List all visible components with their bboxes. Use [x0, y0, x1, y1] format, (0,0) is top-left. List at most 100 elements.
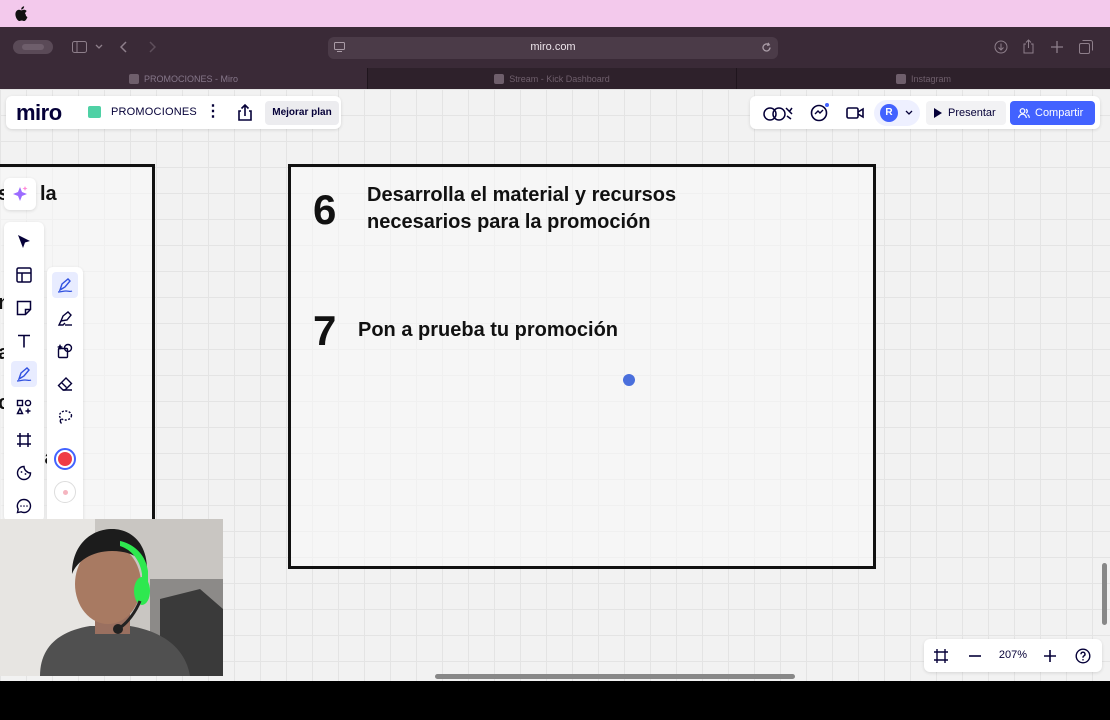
sidebar-toggle-icon[interactable] — [72, 41, 87, 53]
users-icon — [1018, 107, 1030, 118]
sparkle-icon — [13, 186, 28, 201]
templates-tool[interactable] — [11, 262, 37, 288]
tab-instagram[interactable]: Instagram — [737, 68, 1110, 89]
miro-favicon-icon — [128, 73, 139, 84]
tab-title: PROMOCIONES - Miro — [143, 73, 238, 84]
apple-icon[interactable] — [14, 6, 28, 21]
webcam-overlay — [0, 519, 223, 676]
pen-color-pink[interactable] — [54, 481, 76, 503]
comment-icon — [16, 498, 32, 514]
highlighter-icon — [57, 311, 72, 326]
frame-steps[interactable]: 6 Desarrolla el material y recursos nece… — [288, 164, 876, 569]
smart-drawing-option[interactable] — [52, 338, 78, 364]
address-text: miro.com — [530, 41, 576, 53]
share-icon[interactable] — [1022, 39, 1035, 54]
vertical-scrollbar[interactable] — [1102, 563, 1107, 625]
export-icon[interactable] — [234, 102, 256, 124]
miro-logo[interactable]: miro — [16, 100, 62, 126]
chevron-down-icon — [905, 110, 913, 115]
text-icon — [18, 334, 30, 348]
stickers-tool[interactable] — [11, 460, 37, 486]
help-icon — [1075, 648, 1091, 664]
reload-icon[interactable] — [761, 42, 772, 53]
sticky-note-icon — [16, 300, 32, 316]
board-icon — [88, 106, 101, 118]
shapes-tool[interactable] — [11, 394, 37, 420]
pen-icon — [16, 367, 32, 382]
pen-icon — [57, 278, 73, 293]
frame-icon — [17, 433, 31, 447]
step-text[interactable]: Pon a prueba tu promoción — [358, 317, 618, 344]
stickers-icon — [16, 465, 32, 481]
eraser-icon — [57, 377, 73, 391]
share-label: Compartir — [1035, 107, 1084, 119]
sticky-note-tool[interactable] — [11, 295, 37, 321]
horizontal-scrollbar[interactable] — [435, 674, 795, 679]
share-button[interactable]: Compartir — [1010, 101, 1095, 125]
collaboration-bar: R Presentar Compartir — [750, 96, 1100, 129]
avatar[interactable]: R — [880, 104, 898, 122]
step-number: 7 — [313, 307, 337, 354]
tab-promociones[interactable]: PROMOCIONES - Miro — [0, 68, 368, 89]
eraser-option[interactable] — [52, 371, 78, 397]
select-tool[interactable] — [11, 229, 37, 255]
plus-icon — [1044, 650, 1056, 662]
zoom-controls: 207% — [924, 639, 1102, 672]
minus-icon — [969, 655, 981, 657]
browser-toolbar: miro.com — [0, 27, 1110, 68]
frame-tool[interactable] — [11, 427, 37, 453]
tab-title: Instagram — [910, 73, 952, 84]
comment-tool[interactable] — [11, 493, 37, 519]
help-button[interactable] — [1071, 644, 1095, 668]
text-tool[interactable] — [11, 328, 37, 354]
tab-title: Stream - Kick Dashboard — [509, 73, 610, 84]
tab-bar: PROMOCIONES - Miro Stream - Kick Dashboa… — [0, 68, 1110, 89]
board-menu-button[interactable]: ⋮ — [204, 101, 222, 123]
zoom-in-button[interactable] — [1038, 644, 1062, 668]
play-icon — [934, 108, 942, 118]
pen-option[interactable] — [52, 272, 78, 298]
zoom-out-button[interactable] — [963, 644, 987, 668]
pen-color-red[interactable] — [54, 448, 76, 470]
tab-kick-dashboard[interactable]: Stream - Kick Dashboard — [368, 68, 737, 89]
templates-icon — [16, 267, 32, 283]
upgrade-button[interactable]: Mejorar plan — [265, 101, 339, 125]
step-text[interactable]: Desarrolla el material y recursos necesa… — [367, 182, 676, 236]
video-icon[interactable] — [844, 102, 866, 124]
lasso-option[interactable] — [52, 404, 78, 430]
chevron-down-icon[interactable] — [95, 44, 103, 50]
board-header: miro PROMOCIONES ⋮ Mejorar plan — [6, 96, 341, 129]
forward-icon[interactable] — [148, 41, 156, 53]
tab-overview-icon[interactable] — [1079, 40, 1093, 54]
highlighter-option[interactable] — [52, 305, 78, 331]
kick-favicon-icon — [494, 73, 505, 84]
mac-menubar — [0, 0, 1110, 27]
fit-to-screen-icon — [934, 649, 948, 663]
shapes-icon — [16, 399, 32, 415]
collaborator-cursor — [623, 374, 635, 386]
chat-icon[interactable] — [808, 102, 830, 124]
select-icon — [18, 235, 30, 248]
ai-assistant-button[interactable] — [4, 178, 36, 210]
fit-to-screen-button[interactable] — [929, 644, 953, 668]
creation-toolbar — [4, 222, 44, 522]
color-dot — [58, 452, 72, 466]
pen-options-panel — [47, 267, 83, 527]
lasso-icon — [58, 410, 73, 424]
present-button[interactable]: Presentar — [926, 101, 1006, 125]
address-bar[interactable]: miro.com — [328, 37, 778, 59]
frame-text-fragment: la — [40, 183, 57, 205]
step-number: 6 — [313, 186, 337, 233]
back-icon[interactable] — [120, 41, 128, 53]
board-title[interactable]: PROMOCIONES — [111, 106, 197, 118]
download-icon[interactable] — [994, 40, 1008, 54]
pen-tool[interactable] — [11, 361, 37, 387]
reactions-icon[interactable] — [762, 102, 796, 124]
window-controls[interactable] — [13, 40, 53, 54]
instagram-favicon-icon — [895, 73, 906, 84]
webcam-video-icon — [0, 519, 223, 676]
new-tab-icon[interactable] — [1051, 41, 1063, 53]
present-label: Presentar — [948, 107, 996, 119]
color-dot — [63, 490, 68, 495]
zoom-level[interactable]: 207% — [994, 649, 1032, 661]
